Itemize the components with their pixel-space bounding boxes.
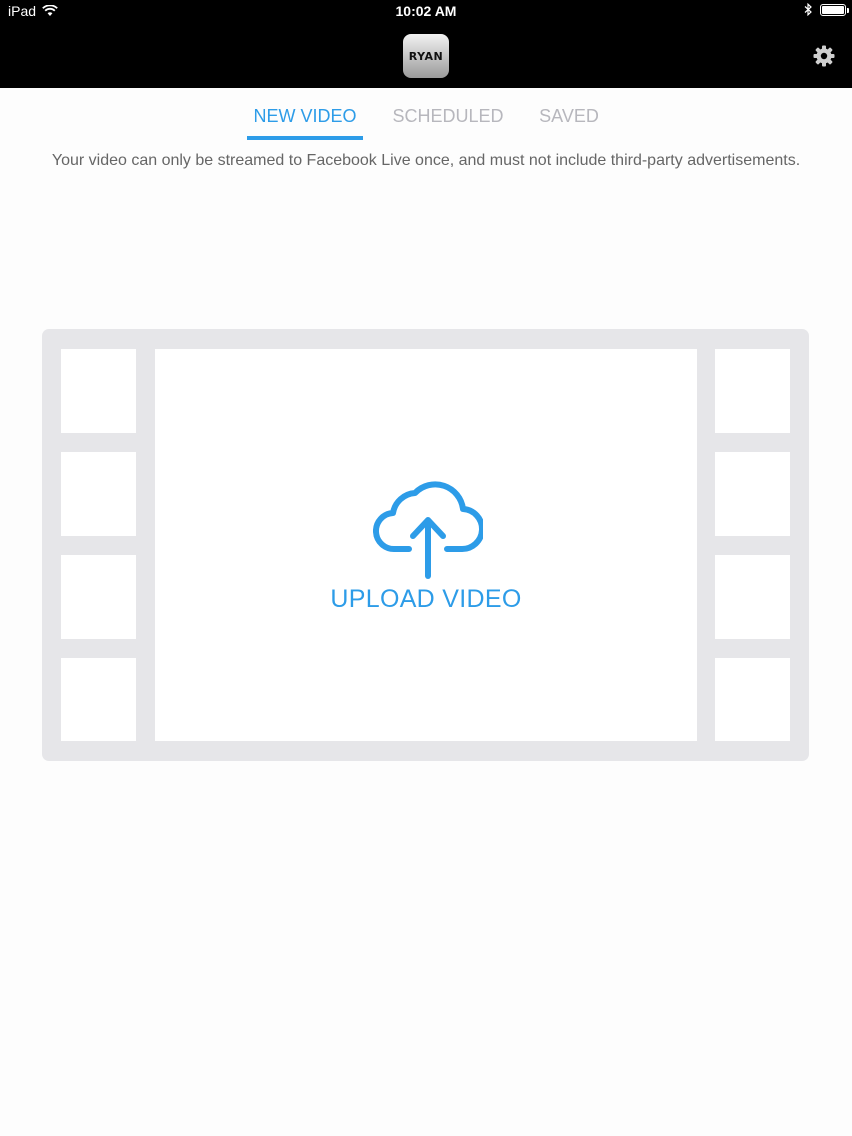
streaming-notice: Your video can only be streamed to Faceb… <box>51 152 801 169</box>
film-sprocket <box>715 452 790 536</box>
film-sprocket <box>715 349 790 433</box>
tab-new-video[interactable]: NEW VIDEO <box>247 104 363 140</box>
battery-icon <box>820 3 849 16</box>
cloud-upload-icon <box>373 481 483 579</box>
film-sprocket <box>61 555 136 639</box>
tab-bar: NEW VIDEO SCHEDULED SAVED <box>0 104 852 140</box>
film-sprocket <box>715 555 790 639</box>
film-sprocket <box>61 452 136 536</box>
tab-saved[interactable]: SAVED <box>533 104 605 140</box>
status-time: 10:02 AM <box>395 3 457 19</box>
upload-video-button[interactable]: UPLOAD VIDEO <box>155 349 697 741</box>
status-right <box>804 3 849 16</box>
bluetooth-icon <box>804 3 812 16</box>
upload-video-label: UPLOAD VIDEO <box>330 585 522 613</box>
gear-icon[interactable] <box>812 44 836 68</box>
top-bar: iPad 10:02 AM RYAN <box>0 0 852 88</box>
film-sprocket <box>715 658 790 741</box>
film-sprocket <box>61 349 136 433</box>
app-logo: RYAN <box>403 34 449 78</box>
film-sprocket <box>61 658 136 741</box>
tab-scheduled[interactable]: SCHEDULED <box>386 104 510 140</box>
